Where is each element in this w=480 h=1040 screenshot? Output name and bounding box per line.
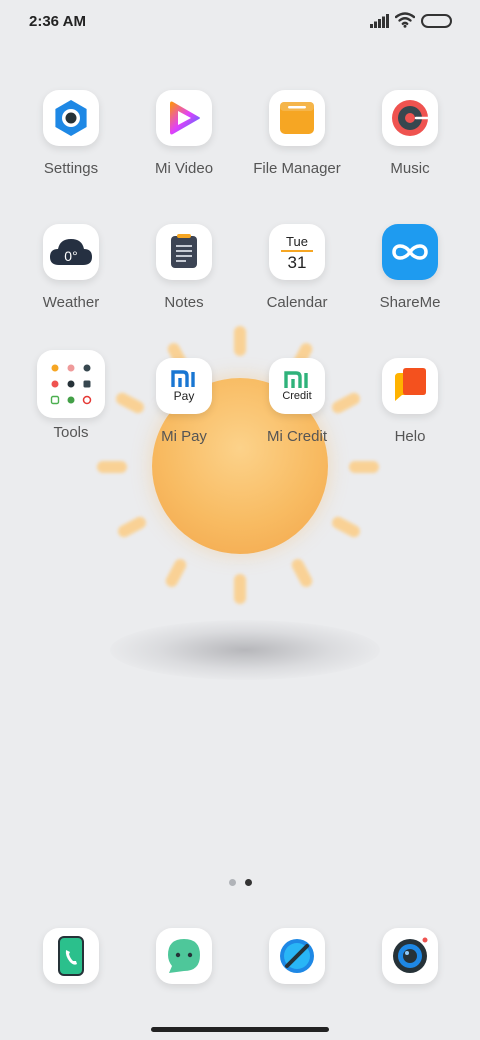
mi-credit-icon-text: Credit	[282, 389, 312, 402]
calendar-date-text: 31	[287, 252, 307, 272]
mi-pay-icon-text: Pay	[173, 388, 195, 403]
app-shareme[interactable]: ShareMe	[355, 224, 465, 311]
app-label: Tools	[53, 424, 89, 441]
file-manager-icon-tile	[269, 90, 325, 146]
sun-ray	[289, 556, 315, 590]
wifi-icon	[395, 12, 415, 28]
status-bar: 2:36 AM	[0, 0, 480, 44]
app-label: Calendar	[266, 294, 328, 311]
music-icon-tile	[382, 90, 438, 146]
dock-camera[interactable]	[355, 928, 465, 984]
mi-video-icon-tile	[156, 90, 212, 146]
sun-ray	[234, 326, 246, 356]
helo-chat-icon	[395, 368, 426, 401]
page-indicator[interactable]	[227, 879, 255, 887]
app-label: Notes	[164, 294, 204, 311]
app-label: File Manager	[253, 160, 341, 177]
sun-ray	[115, 514, 149, 540]
app-music[interactable]: Music	[355, 90, 465, 177]
app-label: Music	[390, 160, 430, 177]
app-label: Mi Credit	[266, 428, 327, 445]
settings-gear-icon	[55, 100, 87, 136]
messages-icon-tile	[156, 928, 212, 984]
signal-icon	[370, 14, 389, 28]
helo-icon-tile	[382, 358, 438, 414]
shareme-icon-tile	[382, 224, 438, 280]
phone-icon-tile	[43, 928, 99, 984]
shareme-infinity-icon	[392, 244, 428, 260]
sun-ray	[329, 514, 363, 540]
tools-grid-icon	[50, 364, 92, 405]
app-label: Mi Pay	[161, 428, 207, 445]
dock-phone[interactable]	[16, 928, 126, 984]
dock-messages[interactable]	[129, 928, 239, 984]
app-notes[interactable]: Notes	[129, 224, 239, 311]
dock-browser[interactable]	[242, 928, 352, 984]
calendar-day-text: Tue	[286, 233, 308, 249]
app-settings[interactable]: Settings	[16, 90, 126, 177]
sun-ray	[163, 556, 189, 590]
notepad-icon	[171, 234, 197, 268]
settings-icon-tile	[43, 90, 99, 146]
browser-icon-tile	[269, 928, 325, 984]
page-dot-active[interactable]	[245, 879, 252, 886]
weather-icon-tile: 0°	[43, 224, 99, 280]
app-weather[interactable]: 0° Weather	[16, 224, 126, 311]
app-mi-video[interactable]: Mi Video	[129, 90, 239, 177]
app-label: Settings	[43, 160, 99, 177]
app-label: Helo	[394, 428, 426, 445]
battery-icon	[421, 14, 452, 28]
music-record-icon	[392, 100, 430, 136]
tools-folder-icon	[37, 350, 105, 418]
app-mi-credit[interactable]: Credit Mi Credit	[242, 358, 352, 445]
mi-pay-icon	[171, 369, 195, 387]
sun-ray	[97, 461, 127, 473]
mi-video-play-icon	[170, 101, 200, 135]
camera-icon	[393, 937, 428, 973]
app-helo[interactable]: Helo	[355, 358, 465, 445]
camera-icon-tile	[382, 928, 438, 984]
app-label: ShareMe	[379, 294, 441, 311]
sun-shadow	[110, 620, 380, 680]
notes-icon-tile	[156, 224, 212, 280]
app-label: Mi Video	[154, 160, 214, 177]
weather-temp-text: 0°	[64, 248, 77, 264]
mi-credit-icon-tile: Credit	[269, 358, 325, 414]
calendar-divider	[281, 249, 313, 252]
sun-ray	[234, 574, 246, 604]
app-label: Weather	[42, 294, 100, 311]
app-tools[interactable]: Tools	[16, 350, 126, 441]
browser-compass-icon	[280, 939, 314, 973]
mi-pay-icon-tile: Pay	[156, 358, 212, 414]
app-mi-pay[interactable]: Pay Mi Pay	[129, 358, 239, 445]
sun-ray	[349, 461, 379, 473]
page-dot[interactable]	[229, 879, 236, 886]
status-time: 2:36 AM	[29, 13, 86, 30]
weather-cloud-icon: 0°	[50, 239, 92, 265]
home-gesture-bar[interactable]	[151, 1027, 329, 1032]
folder-icon	[280, 102, 314, 134]
app-calendar[interactable]: Tue 31 Calendar	[242, 224, 352, 311]
calendar-icon-tile: Tue 31	[269, 224, 325, 280]
app-file-manager[interactable]: File Manager	[242, 90, 352, 177]
messages-icon	[168, 939, 200, 973]
mi-credit-icon	[284, 370, 308, 388]
phone-icon	[58, 936, 84, 976]
